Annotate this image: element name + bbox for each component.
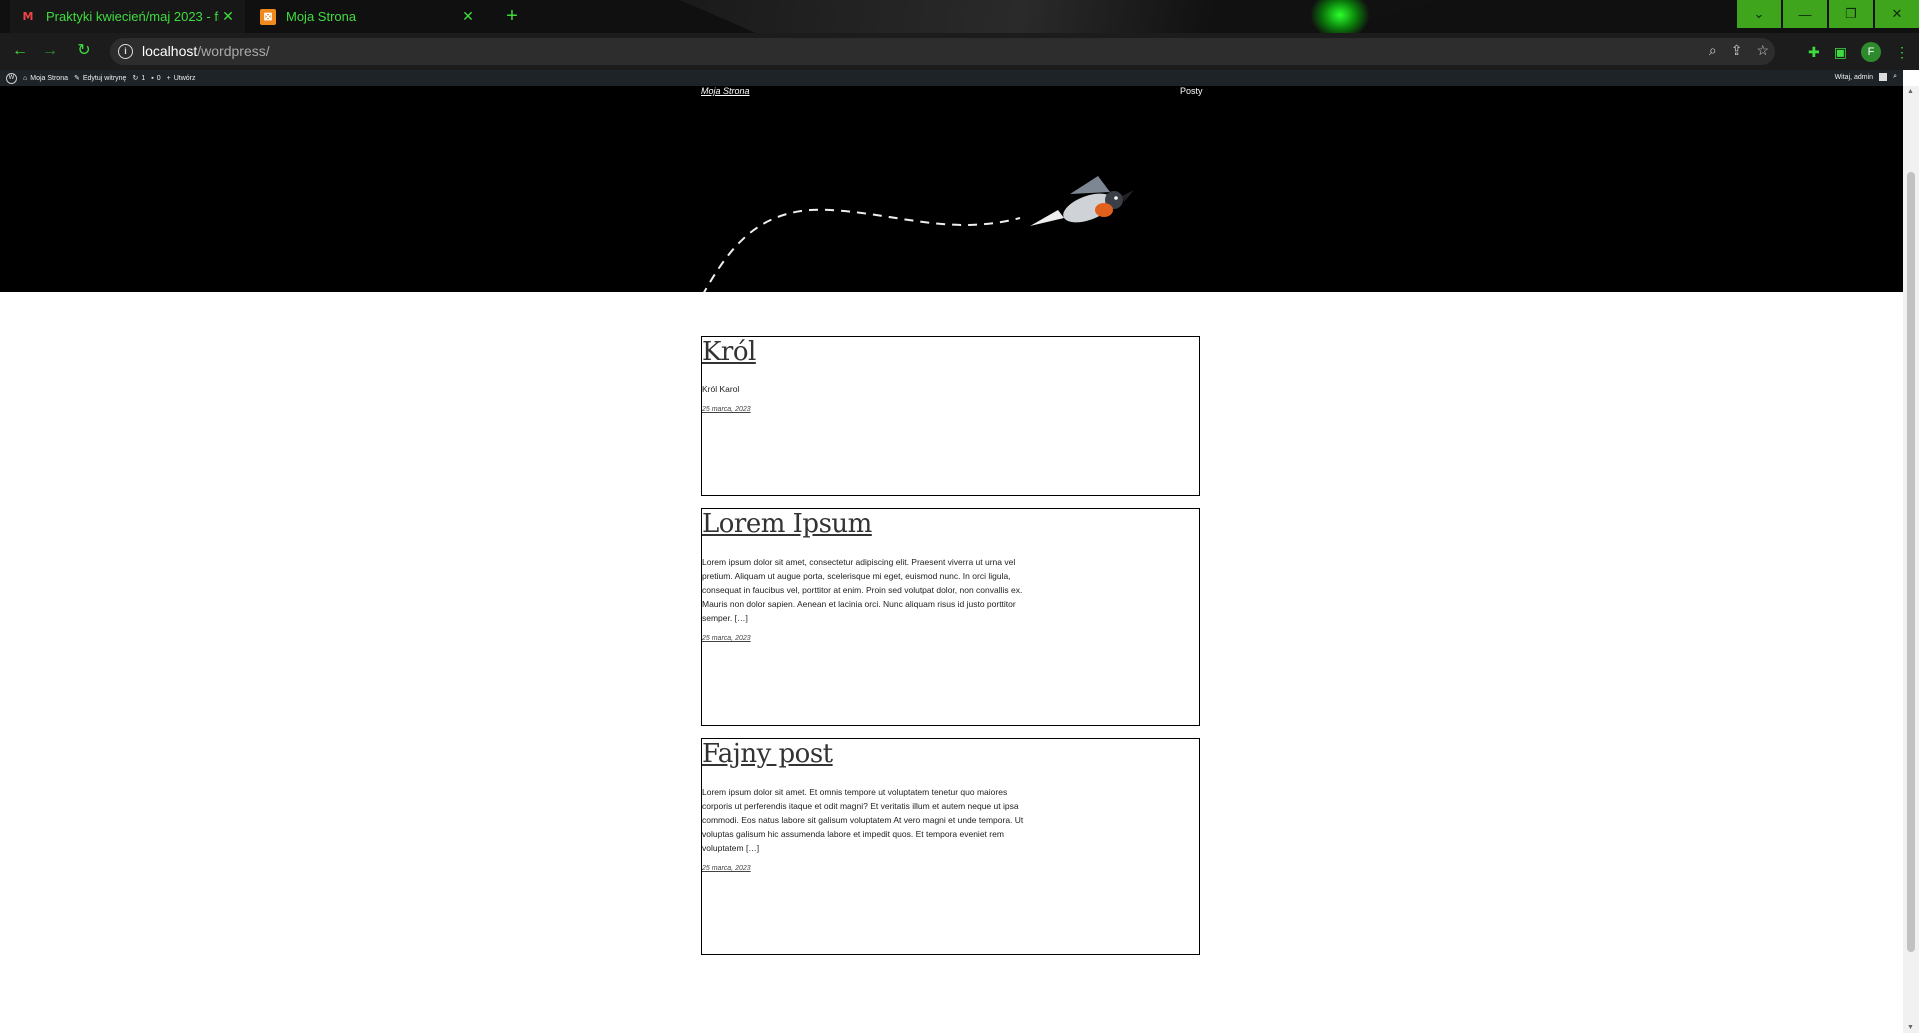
address-bar[interactable]: i localhost/wordpress/ ⌕ ⇪ ☆ bbox=[110, 38, 1775, 65]
home-icon: ⌂ bbox=[23, 74, 28, 82]
gmail-icon: M bbox=[22, 10, 34, 23]
bookmark-star-icon[interactable]: ☆ bbox=[1756, 42, 1769, 59]
profile-avatar[interactable]: F bbox=[1861, 42, 1881, 62]
admin-bar-site-link[interactable]: ⌂ Moja Strona bbox=[23, 75, 68, 82]
site-page: Moja Strona Posty Król Król Karol 25 mar… bbox=[0, 86, 1903, 1033]
post-title-link[interactable]: Fajny post bbox=[702, 739, 1199, 769]
close-tab-icon[interactable]: ✕ bbox=[219, 8, 237, 25]
close-window-button[interactable]: ✕ bbox=[1875, 0, 1919, 28]
admin-bar-updates[interactable]: ↻ 1 bbox=[132, 74, 145, 83]
site-header: Moja Strona Posty bbox=[0, 86, 1903, 292]
tab-search-button[interactable]: ⌄ bbox=[1737, 0, 1781, 28]
admin-greeting[interactable]: Witaj, admin bbox=[1835, 74, 1874, 81]
scrollbar-thumb[interactable] bbox=[1907, 172, 1915, 952]
zoom-icon[interactable]: ⌕ bbox=[1709, 42, 1717, 59]
scroll-down-icon[interactable]: ▼ bbox=[1907, 1024, 1914, 1031]
hummingbird-illustration bbox=[703, 176, 1134, 292]
browser-toolbar: ← → ↻ i localhost/wordpress/ ⌕ ⇪ ☆ ✚ ▣ F… bbox=[0, 33, 1919, 70]
side-panel-icon[interactable]: ▣ bbox=[1834, 44, 1847, 61]
site-title-link[interactable]: Moja Strona bbox=[701, 86, 750, 96]
tab-label: Praktyki kwiecień/maj 2023 - filip bbox=[46, 9, 219, 24]
window-controls: ⌄ — ❐ ✕ bbox=[1735, 0, 1919, 28]
forward-icon[interactable]: → bbox=[40, 41, 60, 61]
page-scrollbar[interactable]: ▲ ▼ bbox=[1903, 86, 1919, 1033]
bird-icon bbox=[1030, 176, 1134, 226]
wp-admin-bar: W ⌂ Moja Strona ✎ Edytuj witrynę ↻ 1 ▪ 0 + Ut… bbox=[0, 70, 1903, 86]
back-icon[interactable]: ← bbox=[10, 41, 30, 61]
post-title-link[interactable]: Lorem Ipsum bbox=[702, 509, 1199, 539]
wordpress-logo-icon: W bbox=[6, 72, 17, 84]
xampp-icon: ⊠ bbox=[260, 8, 276, 25]
menu-kebab-icon[interactable]: ⋮ bbox=[1895, 44, 1909, 61]
share-icon[interactable]: ⇪ bbox=[1731, 42, 1743, 59]
tab-gmail[interactable]: M Praktyki kwiecień/maj 2023 - filip ✕ bbox=[10, 0, 245, 33]
minimize-button[interactable]: — bbox=[1783, 0, 1827, 28]
search-icon[interactable]: ⌕ bbox=[1893, 73, 1897, 81]
post-date-link[interactable]: 25 marca, 2023 bbox=[702, 865, 1199, 872]
admin-bar-comments[interactable]: ▪ 0 bbox=[151, 75, 160, 82]
post-card: Król Król Karol 25 marca, 2023 bbox=[701, 336, 1200, 496]
extensions-puzzle-icon[interactable]: ✚ bbox=[1808, 44, 1820, 61]
post-title-link[interactable]: Król bbox=[702, 337, 1199, 367]
post-excerpt: Lorem ipsum dolor sit amet. Et omnis tem… bbox=[702, 787, 1024, 853]
scroll-up-icon[interactable]: ▲ bbox=[1907, 88, 1914, 95]
admin-bar-edit-site[interactable]: ✎ Edytuj witrynę bbox=[73, 74, 126, 83]
post-card: Lorem Ipsum Lorem ipsum dolor sit amet, … bbox=[701, 508, 1200, 726]
post-excerpt: Król Karol bbox=[702, 384, 740, 394]
plus-icon: + bbox=[166, 74, 171, 82]
reload-icon[interactable]: ↻ bbox=[74, 41, 94, 61]
omnibox-actions: ⌕ ⇪ ☆ bbox=[1709, 42, 1769, 59]
wp-logo-menu[interactable]: W bbox=[6, 72, 17, 84]
tab-moja-strona[interactable]: ⊠ Moja Strona ✕ bbox=[250, 0, 485, 33]
brush-icon: ✎ bbox=[73, 75, 80, 82]
admin-avatar[interactable] bbox=[1879, 73, 1888, 81]
post-excerpt: Lorem ipsum dolor sit amet, consectetur … bbox=[702, 557, 1023, 623]
site-info-icon[interactable]: i bbox=[118, 44, 133, 59]
window-frame-glow bbox=[1310, 0, 1370, 33]
browser-tab-strip: M Praktyki kwiecień/maj 2023 - filip ✕ ⊠… bbox=[0, 0, 1919, 33]
tab-label: Moja Strona bbox=[286, 9, 357, 24]
updates-icon: ↻ bbox=[132, 75, 139, 82]
extension-area: ✚ ▣ F ⋮ bbox=[1808, 42, 1909, 62]
comment-icon: ▪ bbox=[151, 74, 154, 82]
admin-bar-new[interactable]: + Utwórz bbox=[167, 75, 196, 82]
post-date-link[interactable]: 25 marca, 2023 bbox=[702, 635, 1199, 642]
url-text[interactable]: localhost/wordpress/ bbox=[142, 43, 270, 59]
post-date-link[interactable]: 25 marca, 2023 bbox=[702, 406, 1199, 413]
restore-button[interactable]: ❐ bbox=[1829, 0, 1873, 28]
close-tab-icon[interactable]: ✕ bbox=[459, 8, 477, 25]
new-tab-button[interactable]: + bbox=[500, 4, 524, 28]
post-card: Fajny post Lorem ipsum dolor sit amet. E… bbox=[701, 738, 1200, 955]
nav-item-posty[interactable]: Posty bbox=[1180, 86, 1203, 96]
